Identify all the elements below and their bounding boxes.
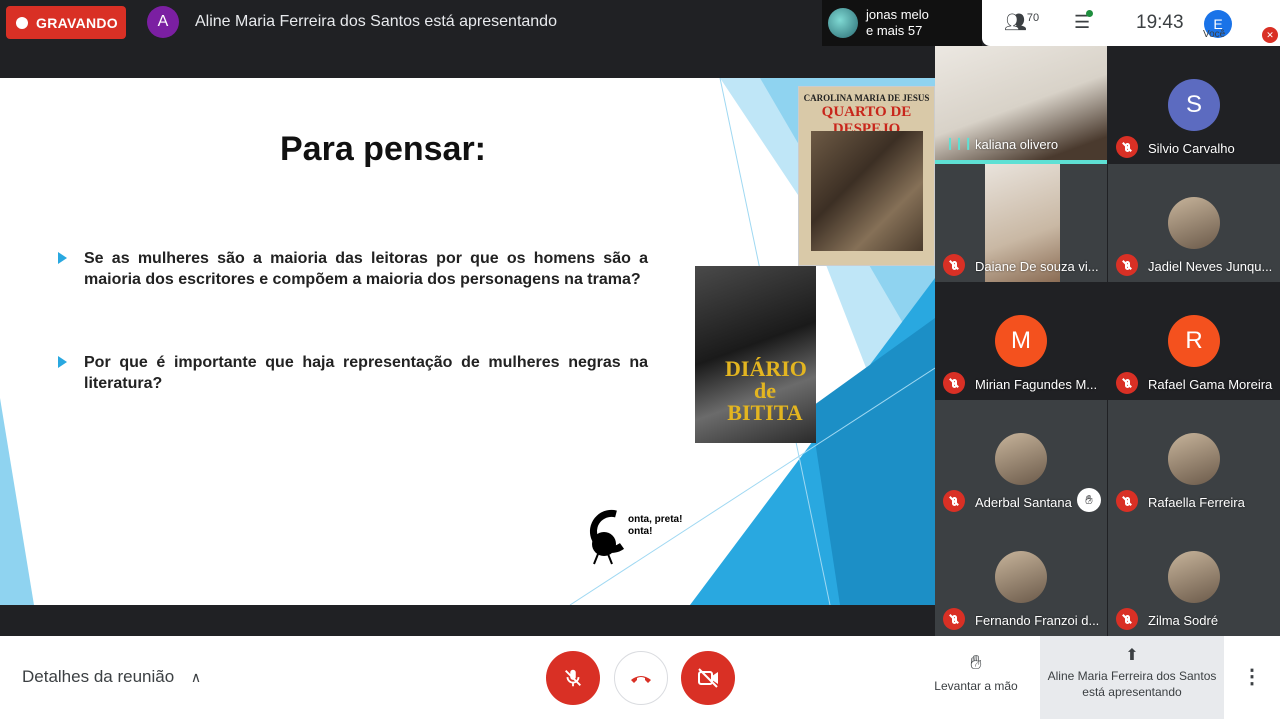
others-name: jonas melo — [866, 7, 929, 22]
slide-title: Para pensar: — [280, 130, 486, 168]
participant-name: kaliana olivero — [975, 137, 1059, 152]
participant-name: Fernando Franzoi d... — [975, 613, 1100, 628]
participant-name: Zilma Sodré — [1148, 613, 1219, 628]
conta-preta-logo: onta, preta! onta! — [586, 506, 686, 566]
participant-name: Jadiel Neves Junqu... — [1148, 259, 1273, 274]
bullet-1: Se as mulheres são a maioria das leitora… — [58, 248, 648, 290]
bullet-text: Se as mulheres são a maioria das leitora… — [84, 250, 648, 288]
recording-badge: GRAVANDO — [6, 6, 126, 39]
bullet-text: Por que é importante que haja representa… — [84, 354, 648, 392]
presenting-label: Aline Maria Ferreira dos Santos está apr… — [1047, 669, 1217, 699]
camera-toggle-button[interactable] — [681, 651, 735, 705]
logo-text: onta, preta! onta! — [628, 514, 683, 537]
top-bar: GRAVANDO A Aline Maria Ferreira dos Sant… — [0, 0, 1280, 46]
avatar — [1168, 433, 1220, 485]
participant-tile[interactable]: R Rafael Gama Moreira — [1108, 282, 1280, 400]
participant-tile[interactable]: Rafaella Ferreira — [1108, 400, 1280, 518]
decor-shape-left — [0, 398, 34, 605]
present-icon: ⬆︎ — [1125, 647, 1139, 664]
hand-icon: ✋︎ — [970, 652, 982, 674]
avatar: R — [1168, 315, 1220, 367]
participant-tile[interactable]: Aderbal Santana ✋︎ — [935, 400, 1107, 518]
self-mic-off-icon: ✕ — [1262, 27, 1278, 43]
recording-dot-icon — [16, 16, 28, 29]
meeting-details-label: Detalhes da reunião — [22, 667, 175, 686]
avatar: S — [1168, 79, 1220, 131]
presenter-status: Aline Maria Ferreira dos Santos está apr… — [195, 13, 557, 30]
clock: 19:43 — [1136, 12, 1184, 33]
mic-off-icon — [943, 608, 965, 630]
participant-name: Silvio Carvalho — [1148, 141, 1235, 156]
participant-tile[interactable]: Fernando Franzoi d... — [935, 518, 1107, 636]
mic-off-icon — [565, 669, 581, 687]
participant-tile[interactable]: M Mirian Fagundes M... — [935, 282, 1107, 400]
mic-off-icon — [1116, 372, 1138, 394]
mic-off-icon — [1116, 136, 1138, 158]
chevron-up-icon: ∧ — [190, 669, 202, 685]
mic-off-icon — [1116, 608, 1138, 630]
meeting-details-button[interactable]: Detalhes da reunião ∧ — [22, 667, 201, 687]
people-count: 70 — [1026, 12, 1040, 24]
top-right-panel: 👥︎70 ☰ 19:43 E Você ✕ — [982, 0, 1280, 46]
avatar — [828, 8, 858, 38]
more-options-button[interactable]: ⋮ — [1242, 664, 1262, 689]
raise-hand-button[interactable]: ✋︎ Levantar a mão — [928, 652, 1024, 693]
chat-button[interactable]: ☰ — [1074, 10, 1094, 33]
avatar — [1168, 551, 1220, 603]
bird-logo-icon — [590, 509, 625, 565]
participant-tile[interactable]: Zilma Sodré — [1108, 518, 1280, 636]
chat-badge — [1086, 10, 1094, 17]
recording-label: GRAVANDO — [36, 14, 118, 31]
mic-off-icon — [1116, 254, 1138, 276]
book-cover-quarto-de-despejo: CAROLINA MARIA DE JESUS QUARTO DE DESPEJ… — [798, 86, 935, 266]
hang-up-button[interactable] — [614, 651, 668, 705]
participant-name: Rafael Gama Moreira — [1148, 377, 1273, 392]
mic-off-icon — [1116, 490, 1138, 512]
book-cover-diario-de-bitita: DIÁRIO de BITITA — [695, 266, 816, 443]
hand-raised-icon: ✋︎ — [1077, 488, 1101, 512]
avatar — [1168, 197, 1220, 249]
speaking-indicator-icon: ❙❙❙ — [945, 136, 973, 150]
avatar: M — [995, 315, 1047, 367]
presenting-button[interactable]: ⬆︎ Aline Maria Ferreira dos Santos está … — [1040, 636, 1224, 719]
mic-off-icon — [943, 490, 965, 512]
bullet-2: Por que é importante que haja representa… — [58, 352, 648, 394]
presenter-avatar: A — [147, 6, 179, 38]
book-author: CAROLINA MARIA DE JESUS — [803, 93, 930, 103]
participant-name: Daiane De souza vi... — [975, 259, 1099, 274]
people-button[interactable]: 👥︎70 — [1004, 12, 1039, 33]
avatar — [995, 551, 1047, 603]
book-title: DIÁRIO de BITITA — [725, 356, 807, 425]
participant-tile[interactable]: Daiane De souza vi... — [935, 164, 1107, 282]
people-icon: 👥︎ — [1004, 12, 1027, 32]
hang-up-icon — [631, 676, 651, 683]
mic-off-icon — [943, 254, 965, 276]
presentation-slide: Para pensar: Se as mulheres são a maiori… — [0, 78, 935, 605]
bullet-arrow-icon — [58, 252, 67, 264]
avatar — [995, 433, 1047, 485]
other-participants-chip[interactable]: jonas melo e mais 57 — [822, 0, 982, 46]
camera-off-icon — [698, 668, 718, 688]
participant-tile[interactable]: S Silvio Carvalho — [1108, 46, 1280, 164]
bullet-arrow-icon — [58, 356, 67, 368]
meet-window: GRAVANDO A Aline Maria Ferreira dos Sant… — [0, 0, 1280, 719]
participant-tile[interactable]: ❙❙❙ kaliana olivero — [935, 46, 1107, 164]
mic-off-icon — [943, 372, 965, 394]
bottom-bar: Detalhes da reunião ∧ ✋︎ Levantar a mão … — [0, 636, 1280, 719]
participant-name: Mirian Fagundes M... — [975, 377, 1098, 392]
self-label: Você — [1203, 29, 1226, 40]
book-artwork — [811, 131, 923, 251]
mic-toggle-button[interactable] — [546, 651, 600, 705]
more-vert-icon: ⋮ — [1242, 666, 1262, 688]
raise-hand-label: Levantar a mão — [934, 679, 1018, 693]
participant-tile[interactable]: Jadiel Neves Junqu... — [1108, 164, 1280, 282]
participant-name: Rafaella Ferreira — [1148, 495, 1245, 510]
others-count: e mais 57 — [866, 23, 923, 38]
